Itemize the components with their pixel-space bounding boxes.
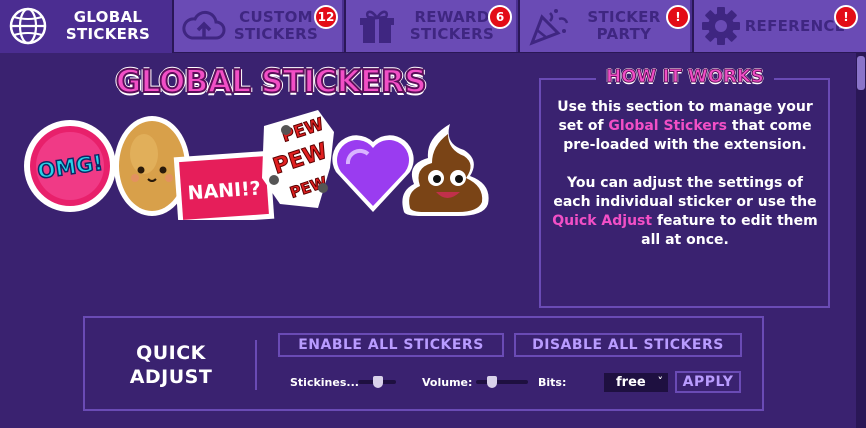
chevron-down-icon: ˅ (657, 375, 664, 388)
quick-adjust-title-line2: ADJUST (129, 366, 213, 388)
notification-badge: ! (834, 5, 858, 29)
page-title: GLOBAL STICKERS (115, 63, 428, 101)
tab-bar: GLOBAL STICKERS CUSTOM STICKERS 12 REWAR… (0, 0, 866, 53)
quick-adjust-highlight: Quick Adjust (552, 213, 653, 229)
globe-icon (8, 6, 48, 46)
nani-sticker: NANI!? (173, 150, 275, 220)
bits-select-value: free (616, 375, 646, 390)
tab-label-line2: STICKERS (233, 25, 319, 43)
tab-label-line1: REFERENCE (744, 17, 846, 35)
scrollbar[interactable] (856, 53, 866, 428)
how-text-part: You can adjust the settings of each indi… (553, 175, 817, 210)
tab-custom-stickers[interactable]: CUSTOM STICKERS 12 (174, 0, 344, 52)
tab-global-stickers[interactable]: GLOBAL STICKERS (0, 0, 172, 53)
party-popper-icon (526, 5, 570, 47)
gear-icon (700, 5, 742, 47)
tab-reference[interactable]: REFERENCE ! (694, 0, 866, 52)
cloud-upload-icon (182, 6, 226, 46)
tab-reward-stickers[interactable]: REWARD STICKERS 6 (346, 0, 518, 52)
volume-slider[interactable] (476, 376, 528, 388)
bits-label: Bits: (538, 376, 567, 389)
quick-adjust-title: QUICK ADJUST (108, 341, 234, 389)
poop-sticker (402, 124, 489, 216)
notification-badge: 6 (488, 5, 512, 29)
disable-all-stickers-button[interactable]: DISABLE ALL STICKERS (514, 333, 742, 357)
heart-sticker (332, 135, 414, 212)
how-text-part: feature to edit them all at once. (641, 213, 818, 248)
stickiness-slider[interactable] (358, 376, 396, 388)
stickiness-label: Stickines... (290, 376, 359, 389)
divider (255, 340, 257, 390)
how-it-works-text: Use this section to manage your set of G… (548, 98, 822, 269)
notification-badge: 12 (314, 5, 338, 29)
sticker-preview-row: OMG! NANI!? PEW PEW PEW (24, 110, 489, 220)
tab-label-line1: CUSTOM (239, 8, 313, 26)
tab-label-line2: STICKERS (65, 25, 151, 43)
tab-label-line2: PARTY (596, 25, 652, 43)
volume-slider-thumb[interactable] (486, 376, 497, 388)
bits-select[interactable]: free ˅ (604, 373, 668, 392)
notification-badge: ! (666, 5, 690, 29)
gift-icon (356, 5, 398, 47)
how-it-works-title: HOW IT WORKS (596, 66, 774, 92)
enable-all-stickers-button[interactable]: ENABLE ALL STICKERS (278, 333, 504, 357)
quick-adjust-title-line1: QUICK (136, 342, 206, 364)
scrollbar-thumb[interactable] (857, 56, 865, 90)
omg-sticker: OMG! (24, 120, 116, 212)
volume-label: Volume: (422, 376, 473, 389)
apply-button[interactable]: APPLY (675, 371, 741, 393)
tab-sticker-party[interactable]: STICKER PARTY ! (520, 0, 692, 52)
tab-label-line1: STICKER (587, 8, 661, 26)
pew-sticker: PEW PEW PEW (262, 110, 334, 208)
global-stickers-highlight: Global Stickers (608, 118, 728, 134)
tab-label-line1: REWARD (414, 8, 490, 26)
tab-label-line1: GLOBAL (73, 8, 143, 26)
tab-label-line2: STICKERS (409, 25, 495, 43)
